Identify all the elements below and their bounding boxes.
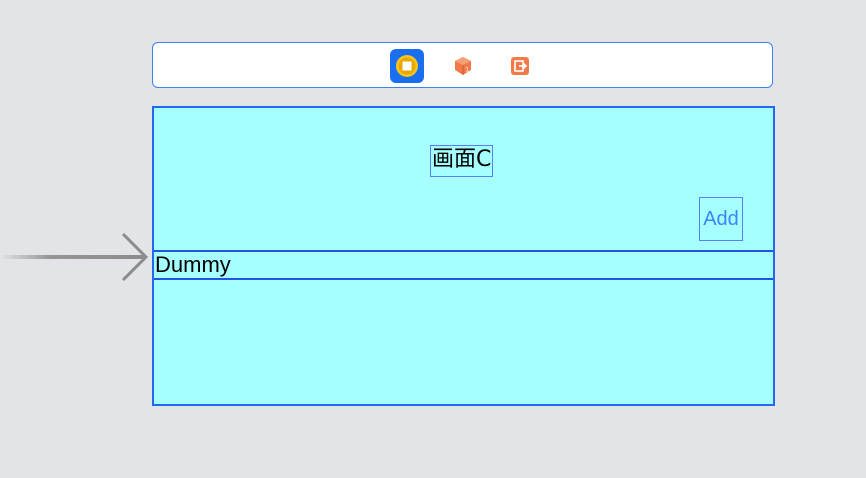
exit-icon[interactable]	[503, 49, 537, 83]
first-responder-icon[interactable]: 1	[446, 49, 480, 83]
scene-dock: 1	[152, 42, 773, 88]
table-row[interactable]: Dummy	[154, 250, 773, 280]
add-button[interactable]: Add	[699, 197, 743, 241]
table-cell-label: Dummy	[155, 252, 231, 277]
svg-text:1: 1	[465, 67, 469, 74]
root-view[interactable]: 画面C Add Dummy	[152, 106, 775, 406]
view-controller-icon[interactable]	[390, 49, 424, 83]
entry-point-arrow-icon[interactable]	[0, 232, 150, 282]
screen-title-label[interactable]: 画面C	[430, 145, 494, 177]
